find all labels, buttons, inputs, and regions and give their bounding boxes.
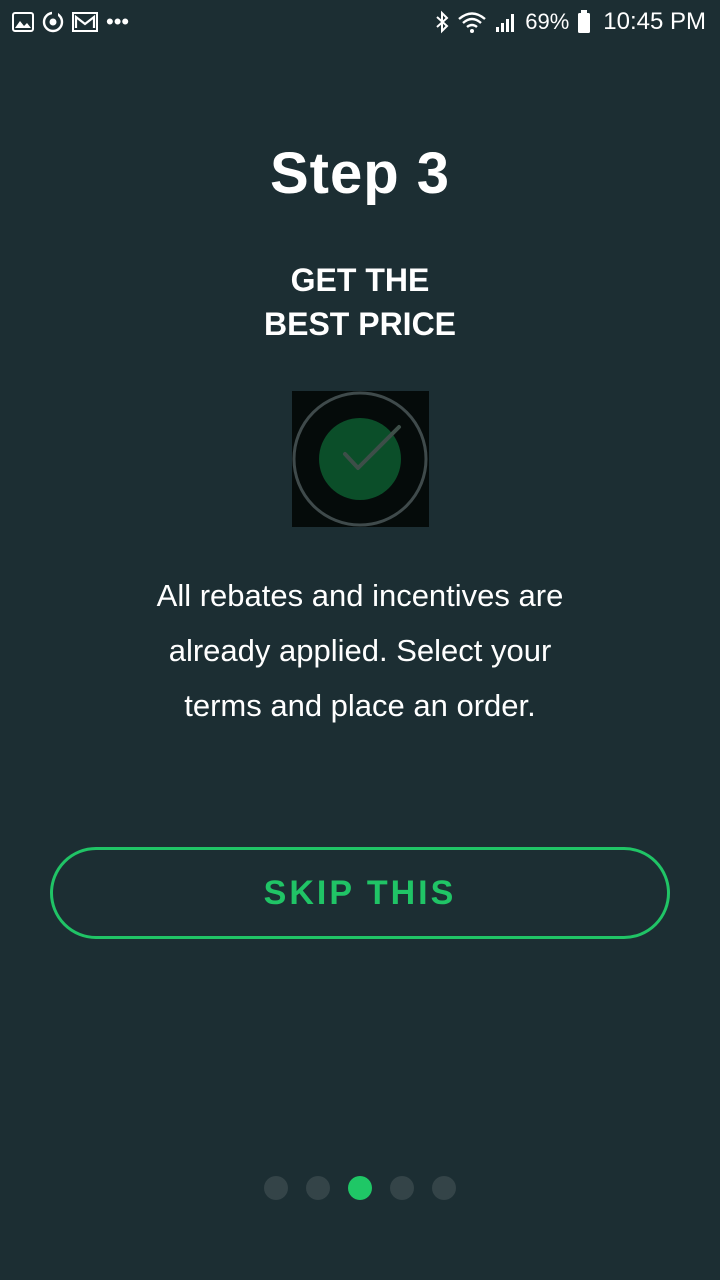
status-bar: ••• 69% 10:45 PM: [0, 0, 720, 44]
description-line-1: All rebates and incentives are: [156, 578, 564, 613]
skip-button[interactable]: SKIP THIS: [50, 847, 670, 939]
subtitle-line-2: BEST PRICE: [263, 306, 457, 342]
bluetooth-icon: [435, 10, 449, 34]
status-bar-right: 69% 10:45 PM: [435, 8, 706, 36]
status-time: 10:45 PM: [603, 8, 706, 35]
step-subtitle: GET THE BEST PRICE: [0, 258, 720, 346]
description-line-2: already applied. Select your: [168, 633, 552, 668]
checkmark-circle-icon: [292, 391, 429, 527]
page-dot-3-active[interactable]: [348, 1176, 372, 1200]
subtitle-line-1: GET THE: [290, 262, 430, 298]
page-dot-4[interactable]: [390, 1176, 414, 1200]
gallery-icon: [12, 12, 34, 32]
page-dot-5[interactable]: [432, 1176, 456, 1200]
battery-icon: [577, 10, 591, 34]
page-dot-1[interactable]: [264, 1176, 288, 1200]
status-bar-left: •••: [12, 9, 129, 35]
more-notifications-icon: •••: [106, 9, 130, 34]
battery-percent: 69%: [525, 9, 570, 34]
step-title: Step 3: [269, 141, 451, 206]
sync-icon: [42, 11, 64, 33]
description-line-3: terms and place an order.: [184, 688, 536, 723]
wifi-icon: [457, 10, 487, 34]
onboarding-screen: ••• 69% 10:45 PM Step 3 GET THE BEST PRI…: [0, 0, 720, 1280]
step-description: All rebates and incentives are already a…: [60, 568, 660, 733]
gmail-icon: [72, 12, 98, 32]
page-dot-2[interactable]: [306, 1176, 330, 1200]
page-indicator: [0, 1176, 720, 1200]
signal-icon: [495, 11, 517, 33]
